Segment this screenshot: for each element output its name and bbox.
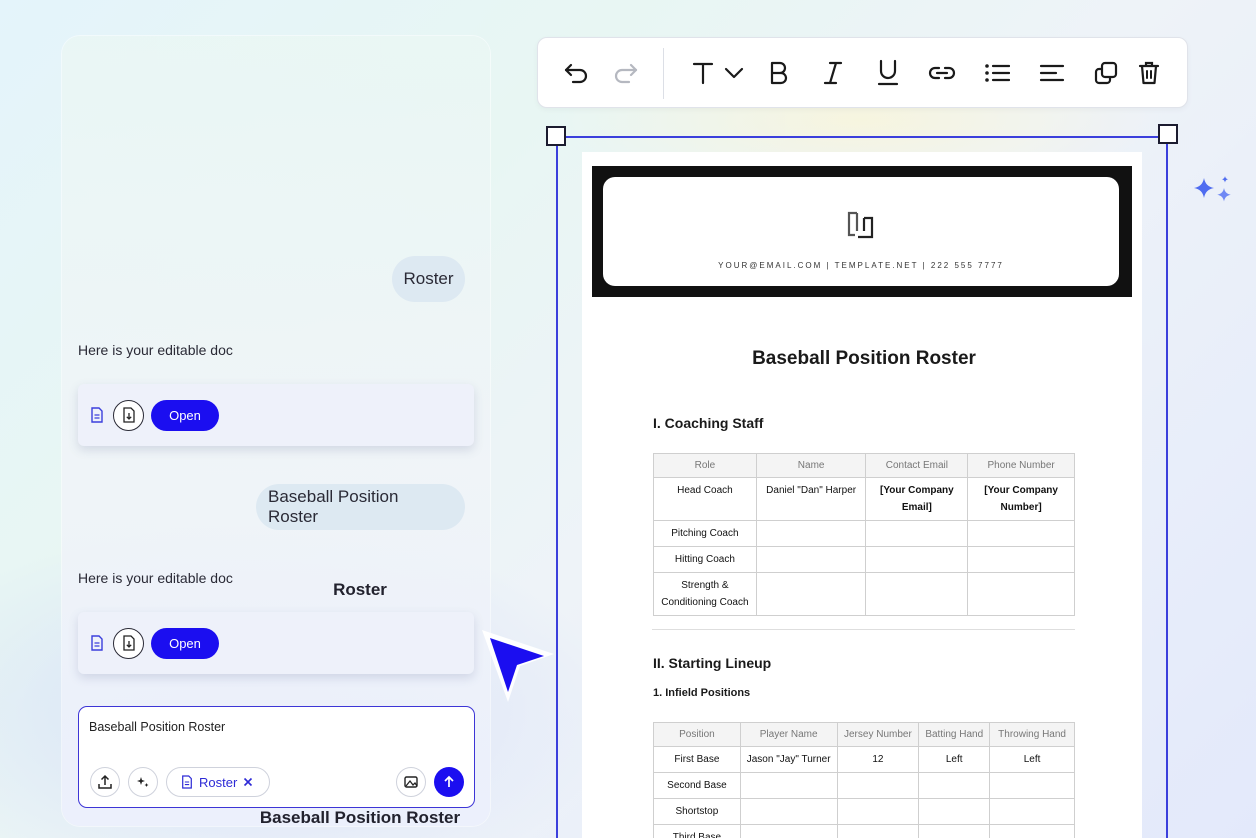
assistant-message-text: Here is your editable doc	[78, 342, 233, 358]
chevron-down-icon	[724, 67, 744, 79]
underline-button[interactable]	[873, 58, 903, 88]
chip-label: Roster	[199, 774, 238, 790]
link-button[interactable]	[926, 58, 958, 88]
open-doc-button[interactable]: Open	[151, 399, 219, 431]
document-icon	[90, 635, 106, 651]
resize-handle-top-right[interactable]	[1158, 124, 1178, 144]
image-tool-button[interactable]	[396, 767, 426, 797]
italic-button[interactable]	[818, 58, 848, 88]
underline-icon	[877, 59, 899, 86]
attached-doc-chip[interactable]: Roster	[166, 767, 270, 797]
undo-button[interactable]	[562, 58, 592, 88]
user-message-text: Roster	[403, 269, 454, 288]
document-icon	[182, 775, 192, 789]
arrow-up-icon	[444, 775, 454, 787]
duplicate-icon	[1094, 61, 1118, 85]
download-button[interactable]	[113, 627, 144, 659]
resize-handle-top-left[interactable]	[546, 126, 566, 146]
formatting-toolbar	[537, 37, 1188, 108]
download-button[interactable]	[113, 399, 144, 431]
duplicate-button[interactable]	[1091, 58, 1121, 88]
open-doc-button[interactable]: Open	[151, 627, 219, 659]
bulleted-list-button[interactable]	[982, 58, 1012, 88]
user-message-bubble: Baseball Position Roster	[256, 484, 465, 530]
doc-result-card[interactable]: Baseball Position Roster Open	[78, 612, 474, 827]
redo-icon	[614, 63, 638, 84]
ai-sparkle-button[interactable]	[128, 767, 158, 797]
send-button[interactable]	[434, 767, 464, 797]
toolbar-divider	[663, 48, 664, 99]
download-icon	[122, 407, 135, 423]
composer-input[interactable]: Baseball Position Roster	[89, 720, 225, 734]
bulleted-list-icon	[985, 64, 1010, 82]
delete-icon	[1138, 61, 1160, 85]
link-icon	[928, 66, 956, 80]
bold-icon	[770, 61, 788, 85]
download-icon	[122, 635, 135, 651]
text-style-icon	[692, 62, 714, 85]
doc-result-card[interactable]: Roster Open	[78, 384, 474, 599]
delete-button[interactable]	[1134, 58, 1164, 88]
bold-button[interactable]	[764, 58, 794, 88]
document-icon	[90, 407, 106, 423]
text-style-dropdown[interactable]	[688, 58, 748, 88]
assistant-message-text: Here is your editable doc	[78, 570, 233, 586]
message-composer[interactable]: Baseball Position Roster Roster	[78, 706, 475, 808]
undo-icon	[564, 63, 588, 84]
italic-icon	[823, 61, 843, 85]
selection-frame[interactable]	[556, 136, 1168, 838]
image-icon	[404, 776, 418, 788]
close-icon[interactable]	[243, 777, 253, 787]
upload-icon	[98, 774, 112, 789]
user-message-text: Baseball Position Roster	[268, 487, 399, 526]
redo-button[interactable]	[610, 58, 640, 88]
align-left-icon	[1039, 64, 1065, 82]
sparkle-icon	[137, 777, 149, 787]
pointer-cursor-icon	[482, 630, 554, 702]
upload-button[interactable]	[90, 767, 120, 797]
align-button[interactable]	[1037, 58, 1067, 88]
sparkle-icon	[1194, 176, 1231, 202]
user-message-bubble: Roster	[392, 256, 465, 302]
